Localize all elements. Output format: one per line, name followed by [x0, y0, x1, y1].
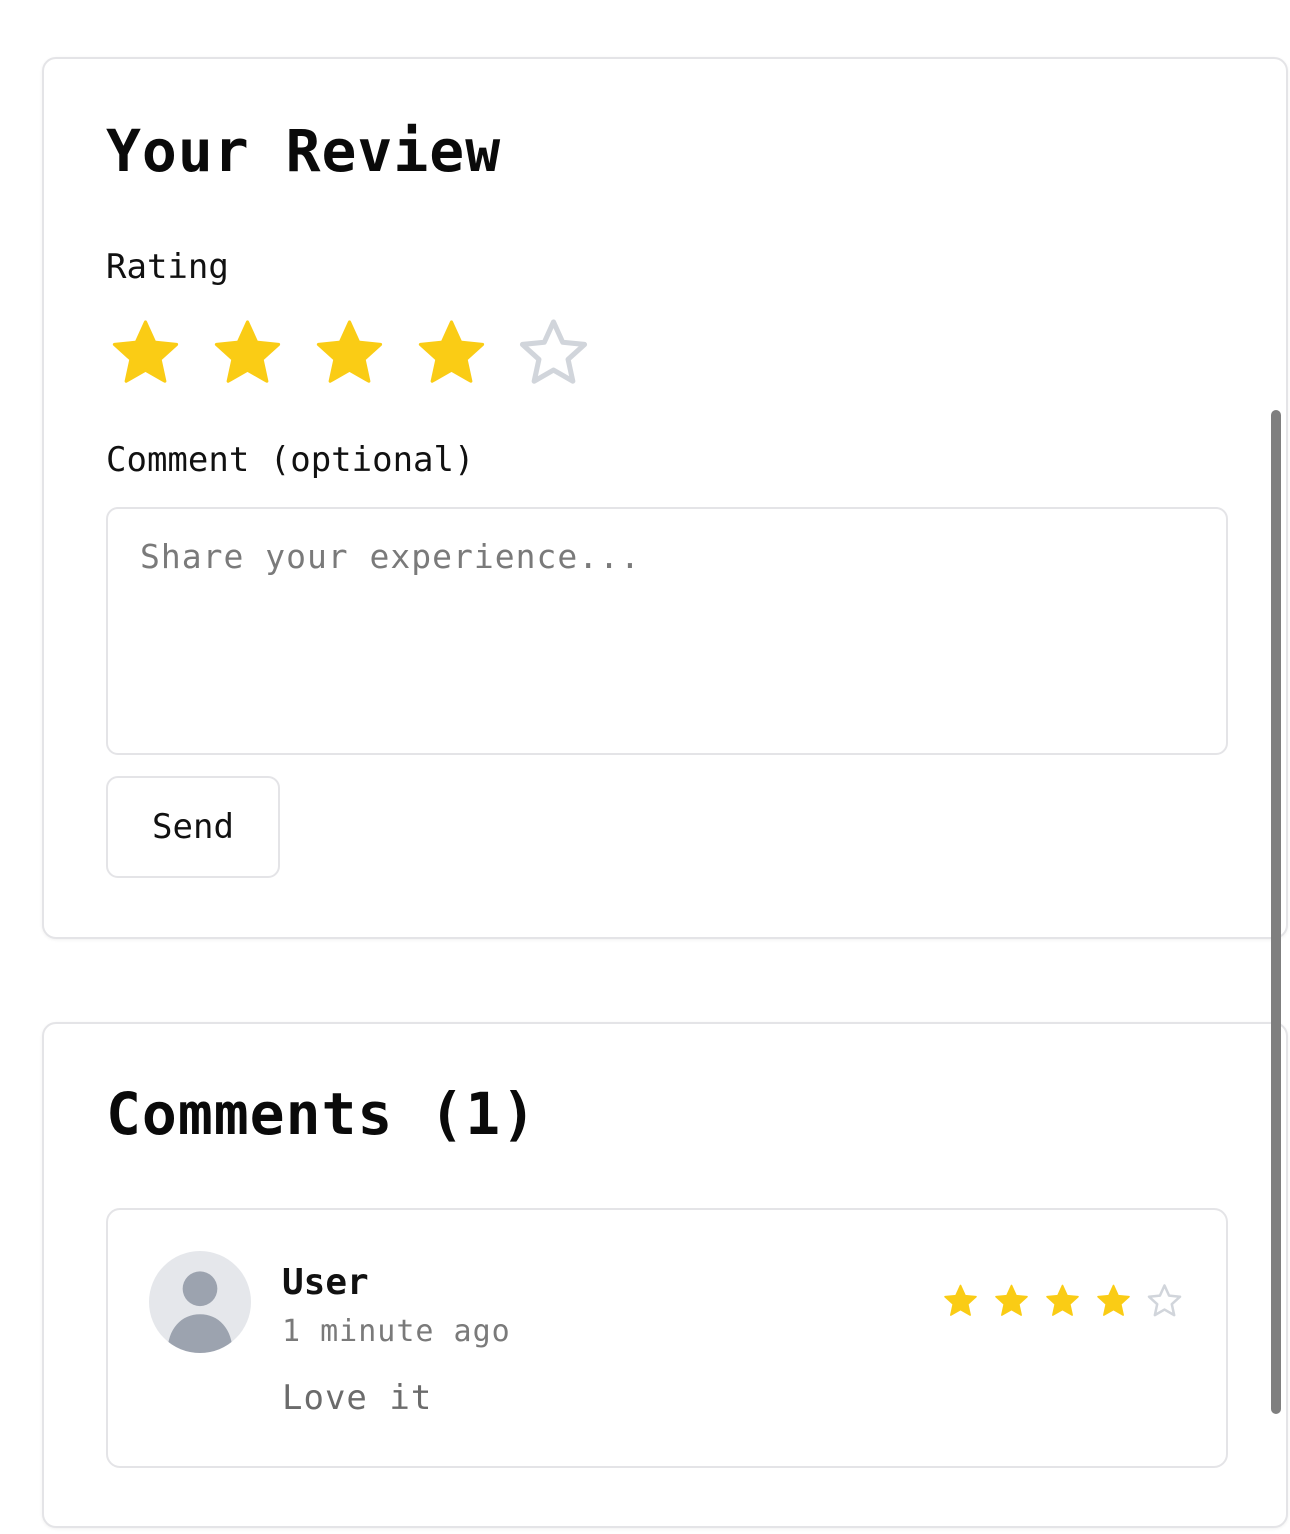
comment-input[interactable] [106, 507, 1228, 755]
review-title: Your Review [106, 117, 502, 185]
comment-timestamp: 1 minute ago [282, 1314, 511, 1349]
star-filled-icon [992, 1282, 1031, 1320]
star-filled-icon [1094, 1282, 1133, 1320]
comments-title: Comments (1) [106, 1080, 538, 1148]
star-filled-icon[interactable] [412, 315, 491, 391]
star-filled-icon [1043, 1282, 1082, 1320]
scrollbar[interactable] [1271, 410, 1281, 1414]
comments-card: Comments (1) User 1 minute ago Love it [42, 1022, 1288, 1528]
comment-item: User 1 minute ago Love it [106, 1208, 1228, 1468]
star-filled-icon[interactable] [106, 315, 185, 391]
send-button[interactable]: Send [106, 776, 280, 878]
star-empty-icon [1145, 1282, 1184, 1320]
comment-label: Comment (optional) [106, 440, 475, 480]
avatar-silhouette [167, 1271, 233, 1353]
rating-label: Rating [106, 247, 229, 287]
comment-author: User [282, 1262, 369, 1303]
review-card: Your Review Rating Comment (optional) Se… [42, 57, 1288, 939]
user-avatar-icon [149, 1251, 251, 1353]
comment-text: Love it [282, 1378, 433, 1418]
star-filled-icon [941, 1282, 980, 1320]
star-filled-icon[interactable] [310, 315, 389, 391]
star-empty-icon[interactable] [514, 315, 593, 391]
comment-rating-stars [941, 1282, 1184, 1320]
rating-stars [106, 315, 593, 391]
star-filled-icon[interactable] [208, 315, 287, 391]
